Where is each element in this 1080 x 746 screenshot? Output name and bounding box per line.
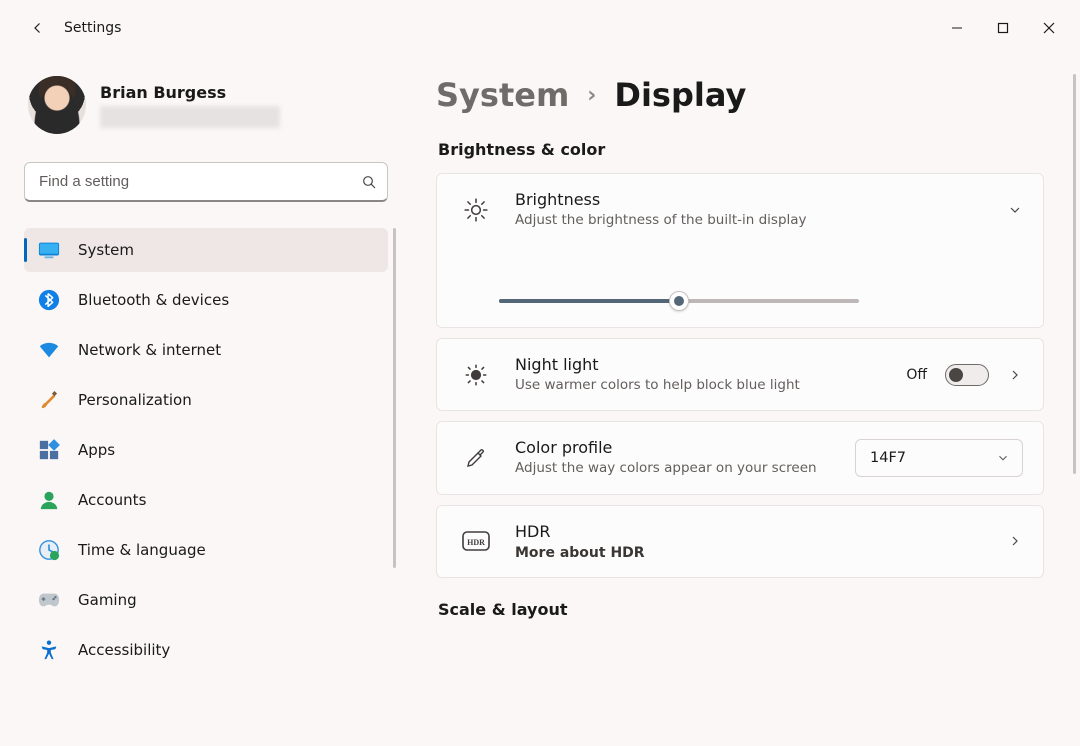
system-icon bbox=[38, 239, 60, 261]
breadcrumb: System › Display bbox=[436, 76, 1044, 114]
close-icon bbox=[1043, 22, 1055, 34]
gamepad-icon bbox=[38, 589, 60, 611]
apps-icon bbox=[38, 439, 60, 461]
night-light-state: Off bbox=[906, 367, 927, 383]
eyedropper-icon bbox=[459, 446, 493, 470]
minimize-button[interactable] bbox=[934, 8, 980, 48]
color-profile-value: 14F7 bbox=[870, 450, 906, 466]
breadcrumb-parent[interactable]: System bbox=[436, 76, 569, 114]
minimize-icon bbox=[951, 22, 963, 34]
person-icon bbox=[38, 489, 60, 511]
section-brightness-color: Brightness & color bbox=[438, 140, 1044, 159]
sidebar-item-label: Time & language bbox=[78, 541, 206, 559]
sidebar-scrollbar[interactable] bbox=[393, 228, 396, 568]
window-controls bbox=[934, 8, 1072, 48]
app-title: Settings bbox=[64, 20, 121, 36]
nav: System Bluetooth & devices Network & int… bbox=[24, 228, 388, 672]
breadcrumb-current: Display bbox=[614, 76, 746, 114]
slider-fill bbox=[499, 299, 679, 303]
color-profile-title: Color profile bbox=[515, 438, 833, 457]
sidebar-item-label: System bbox=[78, 241, 134, 259]
user-email-redacted bbox=[100, 106, 280, 128]
chevron-right-icon: › bbox=[587, 83, 596, 108]
brightness-desc: Adjust the brightness of the built-in di… bbox=[515, 211, 985, 229]
user-name: Brian Burgess bbox=[100, 83, 280, 102]
sidebar-item-label: Accounts bbox=[78, 491, 146, 509]
sidebar: Brian Burgess System Bluetooth & devices bbox=[0, 56, 400, 746]
user-profile[interactable]: Brian Burgess bbox=[24, 76, 388, 134]
color-profile-card: Color profile Adjust the way colors appe… bbox=[436, 421, 1044, 494]
search-icon bbox=[361, 174, 377, 190]
sidebar-item-system[interactable]: System bbox=[24, 228, 388, 272]
wifi-icon bbox=[38, 339, 60, 361]
sidebar-item-network[interactable]: Network & internet bbox=[24, 328, 388, 372]
chevron-down-icon bbox=[996, 451, 1010, 465]
night-light-icon bbox=[459, 362, 493, 388]
slider-thumb[interactable] bbox=[669, 291, 689, 311]
brightness-title: Brightness bbox=[515, 190, 985, 209]
color-profile-desc: Adjust the way colors appear on your scr… bbox=[515, 459, 825, 477]
sidebar-item-apps[interactable]: Apps bbox=[24, 428, 388, 472]
avatar bbox=[28, 76, 86, 134]
sidebar-item-gaming[interactable]: Gaming bbox=[24, 578, 388, 622]
night-light-title: Night light bbox=[515, 355, 884, 374]
sidebar-item-accounts[interactable]: Accounts bbox=[24, 478, 388, 522]
arrow-left-icon bbox=[29, 19, 47, 37]
chevron-right-icon[interactable] bbox=[1007, 367, 1023, 383]
sidebar-item-label: Apps bbox=[78, 441, 115, 459]
section-scale-layout: Scale & layout bbox=[438, 600, 1044, 619]
night-light-toggle[interactable] bbox=[945, 364, 989, 386]
maximize-icon bbox=[997, 22, 1009, 34]
maximize-button[interactable] bbox=[980, 8, 1026, 48]
hdr-icon: HDR bbox=[459, 531, 493, 551]
title-bar: Settings bbox=[0, 0, 1080, 56]
brightness-card[interactable]: Brightness Adjust the brightness of the … bbox=[436, 173, 1044, 328]
sidebar-item-label: Gaming bbox=[78, 591, 137, 609]
hdr-more-link[interactable]: More about HDR bbox=[515, 545, 985, 561]
night-light-desc: Use warmer colors to help block blue lig… bbox=[515, 376, 825, 394]
back-button[interactable] bbox=[20, 10, 56, 46]
hdr-card[interactable]: HDR HDR More about HDR bbox=[436, 505, 1044, 578]
bluetooth-icon bbox=[38, 289, 60, 311]
chevron-right-icon[interactable] bbox=[1007, 533, 1023, 549]
content: System › Display Brightness & color Brig… bbox=[400, 56, 1080, 746]
paintbrush-icon bbox=[38, 389, 60, 411]
sidebar-item-time-language[interactable]: Time & language bbox=[24, 528, 388, 572]
color-profile-select[interactable]: 14F7 bbox=[855, 439, 1023, 477]
clock-globe-icon bbox=[38, 539, 60, 561]
search-input[interactable] bbox=[39, 173, 361, 190]
sun-icon bbox=[459, 197, 493, 223]
brightness-slider[interactable] bbox=[499, 291, 859, 311]
search-box[interactable] bbox=[24, 162, 388, 202]
sidebar-item-personalization[interactable]: Personalization bbox=[24, 378, 388, 422]
content-scrollbar[interactable] bbox=[1073, 74, 1076, 474]
hdr-title: HDR bbox=[515, 522, 985, 541]
svg-text:HDR: HDR bbox=[467, 538, 485, 547]
accessibility-icon bbox=[38, 639, 60, 661]
sidebar-item-label: Accessibility bbox=[78, 641, 170, 659]
chevron-down-icon[interactable] bbox=[1007, 202, 1023, 218]
sidebar-item-accessibility[interactable]: Accessibility bbox=[24, 628, 388, 672]
sidebar-item-label: Personalization bbox=[78, 391, 192, 409]
night-light-card[interactable]: Night light Use warmer colors to help bl… bbox=[436, 338, 1044, 411]
sidebar-item-bluetooth[interactable]: Bluetooth & devices bbox=[24, 278, 388, 322]
sidebar-item-label: Bluetooth & devices bbox=[78, 291, 229, 309]
sidebar-item-label: Network & internet bbox=[78, 341, 221, 359]
close-button[interactable] bbox=[1026, 8, 1072, 48]
